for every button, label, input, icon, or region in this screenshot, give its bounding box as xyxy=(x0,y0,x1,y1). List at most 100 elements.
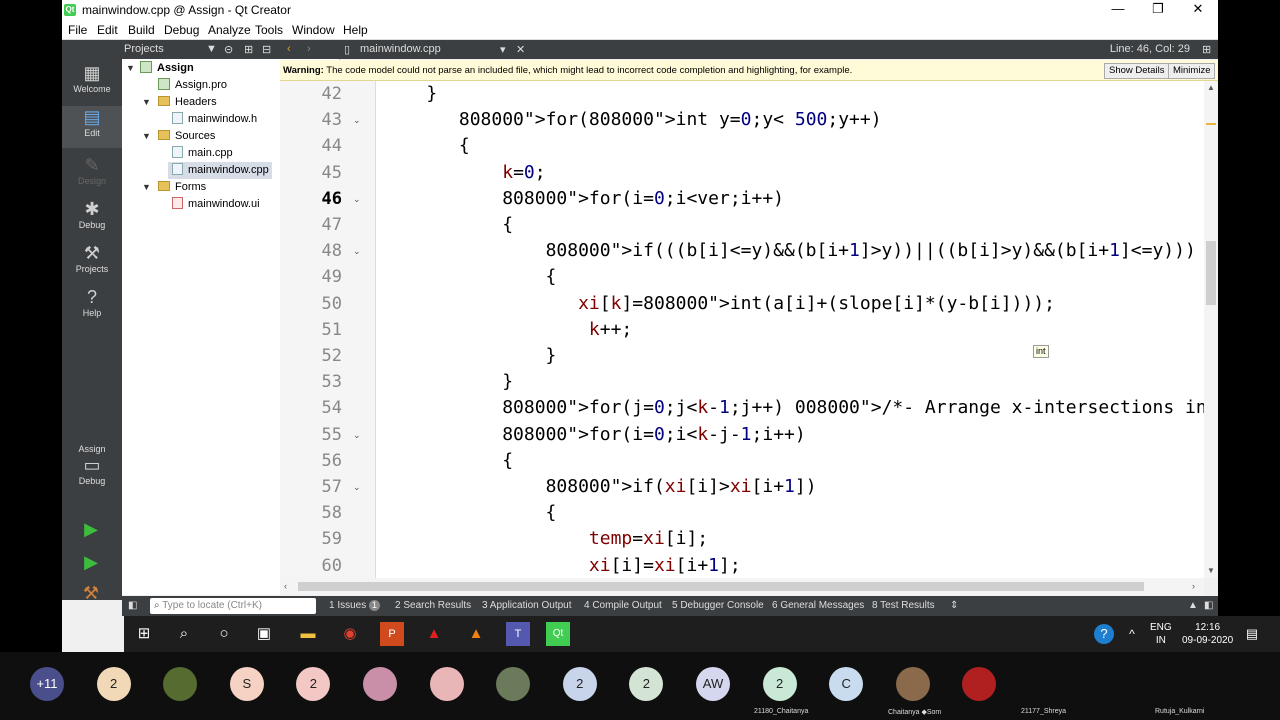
menu-analyze[interactable]: Analyze xyxy=(208,23,251,37)
tree-pro-file[interactable]: Assign.pro xyxy=(158,77,227,94)
menu-edit[interactable]: Edit xyxy=(97,23,118,37)
tab-compile-output[interactable]: 4 Compile Output xyxy=(584,600,662,611)
code-line[interactable]: 43 ⌄ 808000">for(808000">int y=0;y< 500;y… xyxy=(280,107,1218,133)
close-window-button[interactable]: ✕ xyxy=(1178,0,1218,20)
qt-creator-taskbar-icon[interactable]: Qt xyxy=(546,622,570,646)
code-line[interactable]: 45 k=0; xyxy=(280,160,1218,186)
fold-chevron-icon[interactable]: ⌄ xyxy=(353,107,361,133)
fold-chevron-icon[interactable]: ⌄ xyxy=(353,422,361,448)
vertical-scrollbar-thumb[interactable] xyxy=(1206,241,1216,305)
vlc-icon[interactable]: ▲ xyxy=(464,622,488,646)
participant-avatar[interactable]: 2 xyxy=(762,667,797,701)
code-line[interactable]: 42 } xyxy=(280,81,1218,107)
chevron-up-icon[interactable]: ▲ xyxy=(1188,600,1198,611)
tree-forms[interactable]: ▼ Forms xyxy=(142,179,206,196)
powerpoint-icon[interactable]: P xyxy=(380,622,404,646)
code-line[interactable]: 51 k++; xyxy=(280,317,1218,343)
participant-avatar[interactable] xyxy=(496,667,531,701)
participant-avatar[interactable]: +11 xyxy=(30,667,64,701)
fold-chevron-icon[interactable]: ⌄ xyxy=(353,186,361,212)
chrome-icon[interactable]: ◉ xyxy=(338,622,362,646)
participant-avatar[interactable]: AW xyxy=(696,667,730,701)
toggle-sidebar-icon[interactable]: ◧ xyxy=(128,600,137,611)
fold-chevron-icon[interactable]: ⌄ xyxy=(353,474,361,500)
participant-avatar[interactable]: 2 xyxy=(96,667,131,701)
filter-icon[interactable]: ▼ xyxy=(206,43,217,55)
menu-file[interactable]: File xyxy=(68,23,87,37)
mode-projects[interactable]: ⚒ Projects xyxy=(62,242,122,274)
split-icon[interactable]: ⊞ xyxy=(244,43,253,56)
show-details-button[interactable]: Show Details xyxy=(1104,63,1170,79)
mode-welcome[interactable]: ▦ Welcome xyxy=(62,62,122,94)
minimize-warning-button[interactable]: Minimize xyxy=(1168,63,1216,79)
maximize-pane-icon[interactable]: ◧ xyxy=(1204,600,1213,611)
mode-debug[interactable]: ✱ Debug xyxy=(62,198,122,230)
menu-window[interactable]: Window xyxy=(292,23,335,37)
task-view-icon[interactable]: ▣ xyxy=(252,622,276,646)
chevron-right-icon[interactable]: › xyxy=(1192,581,1195,591)
tab-debugger-console[interactable]: 5 Debugger Console xyxy=(672,600,764,611)
chevron-down-icon[interactable]: ▼ xyxy=(126,60,135,77)
menu-tools[interactable]: Tools xyxy=(255,23,283,37)
close-document-icon[interactable]: ✕ xyxy=(516,43,525,56)
cursor-position[interactable]: Line: 46, Col: 29 xyxy=(1110,43,1190,55)
windows-start-icon[interactable]: ⊞ xyxy=(132,622,156,646)
debug-run-button[interactable]: ▶ xyxy=(80,551,102,573)
participant-avatar[interactable]: C xyxy=(829,667,864,701)
menu-help[interactable]: Help xyxy=(343,23,368,37)
participant-avatar[interactable]: 2 xyxy=(562,667,597,701)
search-icon[interactable]: ⌕ xyxy=(172,622,196,646)
tab-general-messages[interactable]: 6 General Messages xyxy=(772,600,864,611)
tree-sources[interactable]: ▼ Sources xyxy=(142,128,215,145)
code-line[interactable]: 55 ⌄ 808000">for(i=0;i<k-j-1;i++) xyxy=(280,422,1218,448)
tab-application-output[interactable]: 3 Application Output xyxy=(482,600,572,611)
file-explorer-icon[interactable]: ▬ xyxy=(296,622,320,646)
build-button[interactable]: ⚒ xyxy=(80,582,102,604)
code-line[interactable]: 56 { xyxy=(280,448,1218,474)
code-line[interactable]: 53 } xyxy=(280,369,1218,395)
tree-form-file[interactable]: mainwindow.ui xyxy=(172,196,260,213)
code-line[interactable]: 44 { xyxy=(280,133,1218,159)
teams-icon[interactable]: T xyxy=(506,622,530,646)
open-file-selector[interactable]: mainwindow.cpp xyxy=(360,43,441,55)
acrobat-icon[interactable]: ▲ xyxy=(422,622,446,646)
vertical-scrollbar[interactable]: ▲ ▼ xyxy=(1204,81,1218,578)
tree-project[interactable]: ▼ Assign xyxy=(126,60,194,77)
code-line[interactable]: 47 { xyxy=(280,212,1218,238)
chevron-left-icon[interactable]: ‹ xyxy=(284,581,287,591)
chevron-up-icon[interactable]: ^ xyxy=(1120,622,1144,646)
participant-avatar[interactable]: S xyxy=(229,667,264,701)
close-pane-icon[interactable]: ⊟ xyxy=(262,43,271,56)
code-line[interactable]: 49 { xyxy=(280,264,1218,290)
tree-headers[interactable]: ▼ Headers xyxy=(142,94,217,111)
code-line[interactable]: 59 temp=xi[i]; xyxy=(280,526,1218,552)
cortana-icon[interactable]: ○ xyxy=(212,622,236,646)
menu-debug[interactable]: Debug xyxy=(164,23,199,37)
back-arrow-icon[interactable]: ‹ xyxy=(287,43,291,55)
code-line[interactable]: 60 xi[i]=xi[i+1]; xyxy=(280,553,1218,578)
tab-test-results[interactable]: 8 Test Results xyxy=(872,600,935,611)
menu-build[interactable]: Build xyxy=(128,23,155,37)
code-line[interactable]: 50 xi[k]=808000">int(a[i]+(slope[i]*(y-b… xyxy=(280,291,1218,317)
kit-selector[interactable]: Assign ▭ Debug xyxy=(62,444,122,486)
chevron-down-icon[interactable]: ▼ xyxy=(142,179,151,196)
link-icon[interactable]: ⊝ xyxy=(224,43,233,56)
tab-search-results[interactable]: 2 Search Results xyxy=(395,600,471,611)
minimize-window-button[interactable]: — xyxy=(1098,0,1138,20)
tab-issues[interactable]: 1 Issues 1 xyxy=(329,600,381,611)
code-editor[interactable]: 42 } 43 ⌄ 808000">for(808000">int y=0;y< 5… xyxy=(280,81,1218,578)
more-tabs-icon[interactable]: ⇕ xyxy=(950,600,958,611)
code-line[interactable]: 46 ⌄ 808000">for(i=0;i<ver;i++) xyxy=(280,186,1218,212)
chevron-up-icon[interactable]: ▲ xyxy=(1207,83,1215,92)
forward-arrow-icon[interactable]: › xyxy=(307,43,311,55)
participant-avatar[interactable] xyxy=(895,667,930,701)
participant-avatar[interactable] xyxy=(163,667,198,701)
locator-input[interactable]: ⌕ Type to locate (Ctrl+K) xyxy=(150,598,316,614)
code-line[interactable]: 57 ⌄ 808000">if(xi[i]>xi[i+1]) xyxy=(280,474,1218,500)
horizontal-scrollbar-thumb[interactable] xyxy=(298,582,1144,591)
horizontal-scrollbar[interactable]: ‹ › xyxy=(280,578,1204,595)
tree-header-file[interactable]: mainwindow.h xyxy=(172,111,257,128)
mode-edit[interactable]: ▤ Edit xyxy=(62,106,122,148)
chevron-down-icon[interactable]: ▼ xyxy=(1207,566,1215,575)
notifications-icon[interactable]: ▤ xyxy=(1240,622,1264,646)
